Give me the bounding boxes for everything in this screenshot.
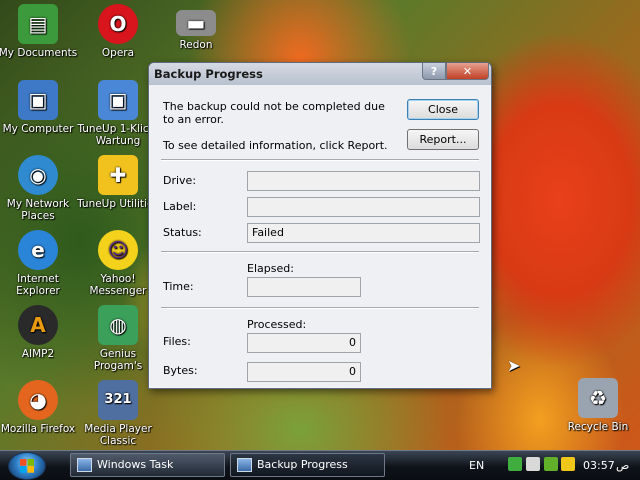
separator: [161, 251, 479, 253]
tuneup-1click-icon: ▣: [98, 80, 138, 120]
dialog-titlebar[interactable]: Backup Progress ? ✕: [149, 63, 491, 85]
internet-explorer-icon: e: [18, 230, 58, 270]
desktop-icon-label: My Computer: [2, 123, 74, 135]
desktop-icon-label: My Network Places: [6, 198, 70, 222]
label-label: Label:: [163, 200, 197, 213]
media-player-classic-icon: 321: [98, 380, 138, 420]
help-button[interactable]: ?: [422, 63, 446, 80]
label-field: [247, 197, 480, 217]
bytes-field: 0: [247, 362, 361, 382]
status-label: Status:: [163, 226, 202, 239]
desktop-icon-label: Mozilla Firefox: [0, 423, 76, 435]
elapsed-label: Elapsed:: [247, 262, 294, 275]
desktop-icon-drive[interactable]: ▬ Redon: [154, 10, 238, 54]
backup-icon: [237, 458, 252, 472]
aimp2-icon: A: [18, 305, 58, 345]
recycle-bin-icon: ♻: [578, 378, 618, 418]
taskbar-button-backup-progress[interactable]: Backup Progress: [230, 453, 385, 477]
drive-field: [247, 171, 480, 191]
desktop-icon-my-documents[interactable]: ▤ My Documents: [0, 4, 80, 59]
desktop-icon-internet-explorer[interactable]: e Internet Explorer: [0, 230, 80, 297]
taskbar-button-task-manager[interactable]: Windows Task Manager: [70, 453, 225, 477]
clock-ampm: ص: [616, 459, 630, 472]
desktop-icon-label: Media Player Classic: [84, 423, 152, 447]
drive-label: Drive:: [163, 174, 197, 187]
desktop-icon-label: Redon: [179, 39, 213, 51]
yahoo-tray-icon[interactable]: [561, 457, 575, 471]
clock[interactable]: 03:57: [583, 459, 615, 472]
dialog-title: Backup Progress: [154, 67, 263, 81]
my-computer-icon: ▣: [18, 80, 58, 120]
tuneup-utilities-icon: ✚: [98, 155, 138, 195]
desktop-icon-label: Recycle Bin: [567, 421, 629, 433]
taskbar-button-label: Windows Task Manager: [97, 458, 174, 471]
yahoo-messenger-icon: ☺: [98, 230, 138, 270]
window-close-button[interactable]: ✕: [446, 63, 489, 80]
report-hint: To see detailed information, click Repor…: [163, 139, 388, 152]
error-message: The backup could not be completed due to…: [163, 100, 385, 126]
desktop-icon-label: Opera: [101, 47, 135, 59]
desktop-icon-recycle-bin[interactable]: ♻ Recycle Bin: [556, 378, 640, 433]
mouse-cursor-icon: ➤: [507, 356, 521, 375]
desktop-icon-media-player-classic[interactable]: 321 Media Player Classic: [76, 380, 160, 447]
help-icon: ?: [430, 64, 438, 78]
desktop-icon-opera[interactable]: O Opera: [76, 4, 160, 59]
time-field: [247, 277, 361, 297]
separator: [161, 159, 479, 161]
opera-icon: O: [98, 4, 138, 44]
dollar-tray-icon[interactable]: [544, 457, 558, 471]
start-button[interactable]: [8, 452, 46, 480]
task-manager-icon: [77, 458, 92, 472]
time-label: Time:: [163, 280, 194, 293]
network-places-icon: ◉: [18, 155, 58, 195]
desktop-icon-my-computer[interactable]: ▣ My Computer: [0, 80, 80, 135]
security-tray-icon[interactable]: [526, 457, 540, 471]
windows-logo-icon: [20, 459, 34, 473]
report-button[interactable]: Report...: [407, 129, 479, 150]
desktop-icon-label: My Documents: [0, 47, 78, 59]
bytes-label: Bytes:: [163, 364, 198, 377]
desktop-icon-firefox[interactable]: ◕ Mozilla Firefox: [0, 380, 80, 435]
genius-programs-icon: ◍: [98, 305, 138, 345]
network-tray-icon[interactable]: [508, 457, 522, 471]
drive-icon: ▬: [176, 10, 216, 36]
backup-progress-dialog: Backup Progress ? ✕ The backup could not…: [148, 62, 492, 389]
my-documents-icon: ▤: [18, 4, 58, 44]
files-label: Files:: [163, 335, 191, 348]
close-button[interactable]: Close: [407, 99, 479, 120]
taskbar-button-label: Backup Progress: [257, 458, 348, 471]
files-field: 0: [247, 333, 361, 353]
desktop-icon-aimp2[interactable]: A AIMP2: [0, 305, 80, 360]
firefox-icon: ◕: [18, 380, 58, 420]
desktop-icon-label: AIMP2: [21, 348, 55, 360]
dialog-content: The backup could not be completed due to…: [149, 85, 491, 388]
desktop-icon-label: Internet Explorer: [16, 273, 60, 297]
close-icon: ✕: [462, 64, 473, 78]
separator: [161, 307, 479, 309]
processed-label: Processed:: [247, 318, 307, 331]
language-indicator[interactable]: EN: [469, 459, 484, 472]
status-field: Failed: [247, 223, 480, 243]
desktop-icon-network-places[interactable]: ◉ My Network Places: [0, 155, 80, 222]
